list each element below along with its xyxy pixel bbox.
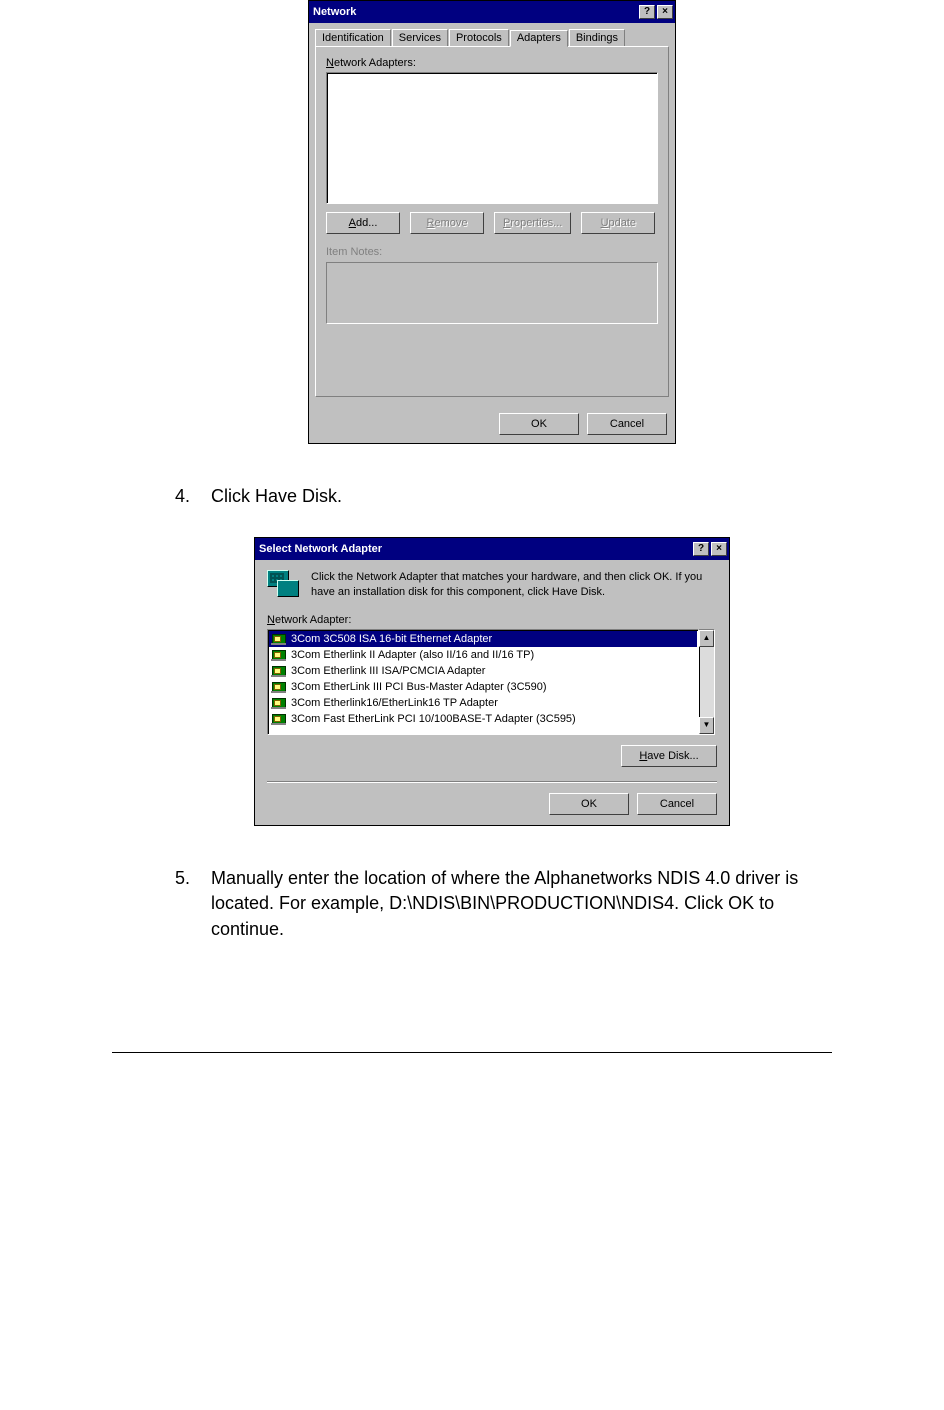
network-adapters-label: Network Adapters: bbox=[326, 57, 658, 69]
instruction-step-5: 5. Manually enter the location of where … bbox=[175, 866, 815, 942]
item-notes-box bbox=[326, 262, 658, 324]
tab-identification[interactable]: Identification bbox=[315, 29, 391, 46]
tab-adapters[interactable]: Adapters bbox=[510, 30, 568, 47]
titlebar[interactable]: Select Network Adapter ? × bbox=[255, 538, 729, 560]
adapter-card-icon bbox=[271, 696, 287, 710]
network-adapter-label: Network Adapter: bbox=[267, 614, 717, 626]
scroll-up-icon[interactable]: ▲ bbox=[699, 630, 714, 647]
step-text: Manually enter the location of where the… bbox=[211, 866, 815, 942]
tab-services[interactable]: Services bbox=[392, 29, 448, 46]
adapter-card-icon bbox=[271, 632, 287, 646]
cancel-button[interactable]: Cancel bbox=[637, 793, 717, 815]
tab-bindings[interactable]: Bindings bbox=[569, 29, 625, 46]
separator bbox=[267, 781, 717, 783]
dialog-title: Network bbox=[313, 6, 356, 18]
item-notes-label: Item Notes: bbox=[326, 246, 658, 258]
list-item[interactable]: 3Com Etherlink III ISA/PCMCIA Adapter bbox=[269, 663, 697, 679]
adapter-card-icon bbox=[271, 664, 287, 678]
cancel-button[interactable]: Cancel bbox=[587, 413, 667, 435]
scrollbar[interactable]: ▲ ▼ bbox=[699, 629, 715, 735]
tab-panel-adapters: Network Adapters: Add... Remove Properti… bbox=[315, 46, 669, 397]
have-disk-button[interactable]: Have Disk... bbox=[621, 745, 717, 767]
help-icon[interactable]: ? bbox=[693, 542, 709, 556]
list-item[interactable]: 3Com Fast EtherLink PCI 10/100BASE-T Ada… bbox=[269, 711, 697, 727]
remove-button: Remove bbox=[410, 212, 484, 234]
titlebar[interactable]: Network ? × bbox=[309, 1, 675, 23]
update-button: Update bbox=[581, 212, 655, 234]
adapter-card-icon bbox=[271, 680, 287, 694]
instruction-step-4: 4. Click Have Disk. bbox=[175, 484, 815, 509]
ok-button[interactable]: OK bbox=[549, 793, 629, 815]
step-text: Click Have Disk. bbox=[211, 484, 815, 509]
add-button[interactable]: Add... bbox=[326, 212, 400, 234]
select-network-adapter-dialog: Select Network Adapter ? × Click the Net… bbox=[254, 537, 730, 826]
dialog-message: Click the Network Adapter that matches y… bbox=[311, 570, 717, 600]
close-icon[interactable]: × bbox=[711, 542, 727, 556]
tab-strip: Identification Services Protocols Adapte… bbox=[309, 23, 675, 46]
scroll-down-icon[interactable]: ▼ bbox=[699, 717, 714, 734]
step-number: 5. bbox=[175, 866, 211, 942]
step-number: 4. bbox=[175, 484, 211, 509]
tab-protocols[interactable]: Protocols bbox=[449, 29, 509, 46]
footer-separator bbox=[112, 1052, 832, 1053]
list-item[interactable]: 3Com 3C508 ISA 16-bit Ethernet Adapter bbox=[269, 631, 697, 647]
dialog-title: Select Network Adapter bbox=[259, 543, 382, 555]
list-item[interactable]: 3Com Etherlink16/EtherLink16 TP Adapter bbox=[269, 695, 697, 711]
adapter-icon bbox=[267, 570, 301, 600]
list-item[interactable]: 3Com Etherlink II Adapter (also II/16 an… bbox=[269, 647, 697, 663]
adapter-listbox[interactable]: 3Com 3C508 ISA 16-bit Ethernet Adapter 3… bbox=[267, 629, 699, 735]
close-icon[interactable]: × bbox=[657, 5, 673, 19]
ok-button[interactable]: OK bbox=[499, 413, 579, 435]
adapter-card-icon bbox=[271, 648, 287, 662]
help-icon[interactable]: ? bbox=[639, 5, 655, 19]
adapters-listbox[interactable] bbox=[326, 72, 658, 204]
list-item[interactable]: 3Com EtherLink III PCI Bus-Master Adapte… bbox=[269, 679, 697, 695]
properties-button: Properties... bbox=[494, 212, 571, 234]
network-dialog: Network ? × Identification Services Prot… bbox=[308, 0, 676, 444]
adapter-card-icon bbox=[271, 712, 287, 726]
